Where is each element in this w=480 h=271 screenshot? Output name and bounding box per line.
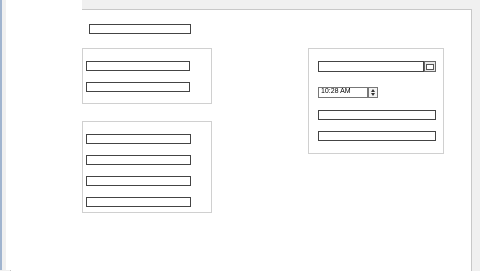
calendar-dropdown-button[interactable] xyxy=(424,61,436,72)
spin-up-arrow-icon[interactable] xyxy=(371,89,375,92)
group2-field-1[interactable] xyxy=(86,134,191,144)
group2-field-4[interactable] xyxy=(86,197,191,207)
group2-field-3[interactable] xyxy=(86,176,191,186)
window-frame: 10:28 AM xyxy=(0,0,480,271)
time-spin-buttons[interactable] xyxy=(368,87,378,98)
group1-field-1[interactable] xyxy=(86,61,190,71)
date-picker-field[interactable] xyxy=(318,61,424,72)
spin-down-arrow-icon[interactable] xyxy=(371,93,375,96)
group3-field-2[interactable] xyxy=(318,131,436,141)
time-picker-field[interactable]: 10:28 AM xyxy=(318,87,368,98)
group3-field-1[interactable] xyxy=(318,110,436,120)
group2-field-2[interactable] xyxy=(86,155,191,165)
window-left-border xyxy=(0,0,2,270)
group1-field-2[interactable] xyxy=(86,82,190,92)
group-box-1 xyxy=(82,48,212,104)
calendar-icon xyxy=(426,63,434,70)
top-text-field[interactable] xyxy=(89,24,191,34)
overlay-panel xyxy=(6,0,82,270)
